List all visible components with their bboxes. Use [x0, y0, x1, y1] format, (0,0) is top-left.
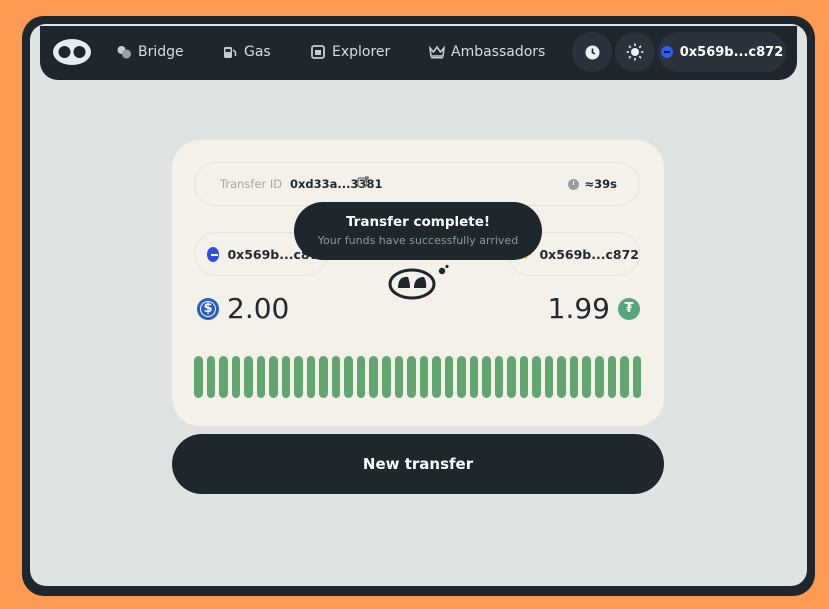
progress-segment: [444, 356, 454, 398]
crown-icon: [429, 45, 445, 59]
progress-segment: [306, 356, 316, 398]
progress-segment: [219, 356, 228, 398]
progress-segment: [356, 356, 366, 398]
nav-bridge[interactable]: Bridge: [116, 44, 184, 60]
progress-segment: [632, 356, 642, 398]
progress-segment: [407, 356, 416, 398]
progress-segment: [231, 356, 241, 398]
gas-pump-icon: [224, 47, 237, 58]
progress-segment: [419, 356, 429, 398]
transfer-id-bar: Transfer ID 0xd33a...3381 ≈39s: [194, 162, 640, 206]
progress-segment: [595, 356, 604, 398]
progress-segment: [432, 356, 441, 398]
progress-segment: [206, 356, 216, 398]
progress-segment: [544, 356, 554, 398]
app-screen: Bridge Gas Explorer Ambassadors 0x569b..…: [30, 24, 807, 586]
progress-segment: [194, 356, 203, 398]
progress-segment: [244, 356, 253, 398]
nav-gas-label: Gas: [244, 44, 271, 60]
wallet-button[interactable]: 0x569b...c872: [658, 32, 786, 72]
nav-ambassadors-label: Ambassadors: [451, 44, 546, 60]
progress-segment: [532, 356, 541, 398]
progress-segment: [557, 356, 566, 398]
nav-explorer-label: Explorer: [332, 44, 391, 60]
progress-segment: [281, 356, 291, 398]
logo-icon[interactable]: [52, 38, 92, 66]
receive-amount: 1.99 ₮: [548, 292, 640, 325]
eta-value: ≈39s: [584, 177, 617, 191]
to-address: 0x569b...c872: [539, 246, 639, 262]
progress-segment: [294, 356, 303, 398]
progress-segment: [620, 356, 629, 398]
toast-subtitle: Your funds have successfully arrived: [317, 234, 519, 247]
progress-segment: [319, 356, 328, 398]
source-chain-icon: [207, 246, 220, 262]
bridge-icon: [117, 46, 131, 59]
nav-ambassadors[interactable]: Ambassadors: [429, 44, 545, 60]
send-amount: $ 2.00: [197, 292, 289, 325]
progress-segment: [494, 356, 504, 398]
history-button[interactable]: [572, 32, 612, 72]
transfer-progress-bar: [194, 356, 642, 398]
clock-icon: [585, 45, 599, 59]
progress-segment: [569, 356, 579, 398]
progress-segment: [457, 356, 466, 398]
progress-segment: [607, 356, 617, 398]
progress-segment: [369, 356, 378, 398]
transfer-card: Transfer ID 0xd33a...3381 ≈39s 0x569b...…: [172, 140, 664, 426]
mascot-icon: [388, 264, 449, 300]
progress-segment: [381, 356, 391, 398]
toast-notification: Transfer complete! Your funds have succe…: [294, 202, 542, 260]
receive-amount-value: 1.99: [547, 292, 610, 325]
progress-segment: [582, 356, 591, 398]
progress-segment: [269, 356, 278, 398]
toast-title: Transfer complete!: [345, 214, 491, 230]
nav-bridge-label: Bridge: [138, 44, 184, 60]
progress-segment: [469, 356, 479, 398]
chain-icon: [660, 46, 673, 58]
top-navbar: Bridge Gas Explorer Ambassadors 0x569b..…: [40, 26, 797, 80]
progress-segment: [519, 356, 529, 398]
nav-explorer[interactable]: Explorer: [310, 44, 390, 60]
transfer-id-label: Transfer ID: [220, 177, 283, 191]
progress-segment: [507, 356, 516, 398]
wallet-address: 0x569b...c872: [679, 44, 784, 60]
progress-segment: [331, 356, 341, 398]
progress-segment: [256, 356, 266, 398]
new-transfer-button[interactable]: New transfer: [172, 434, 664, 494]
progress-segment: [482, 356, 491, 398]
eta: ≈39s: [567, 177, 617, 191]
external-link-icon[interactable]: [357, 176, 369, 188]
progress-segment: [394, 356, 404, 398]
send-amount-value: 2.00: [227, 292, 290, 325]
progress-segment: [344, 356, 353, 398]
explorer-icon: [311, 45, 325, 59]
sun-icon: [626, 43, 644, 61]
usdc-icon: $: [197, 297, 219, 320]
clock-icon: [567, 178, 579, 190]
usdt-icon: ₮: [618, 297, 640, 320]
nav-gas[interactable]: Gas: [222, 44, 271, 60]
theme-toggle-button[interactable]: [615, 32, 655, 72]
